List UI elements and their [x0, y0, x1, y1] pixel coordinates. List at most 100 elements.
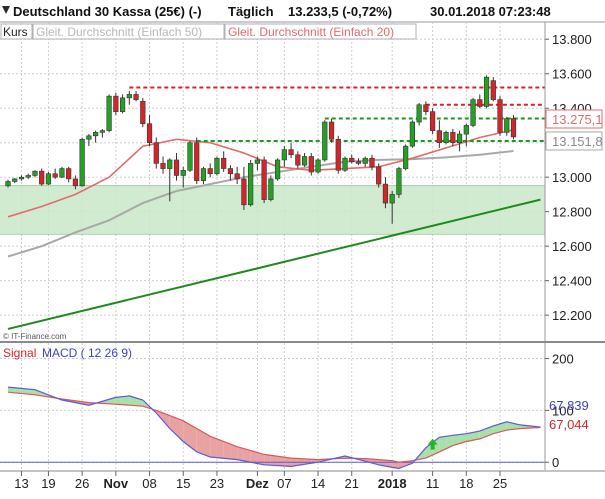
candle: [113, 92, 119, 116]
candle: [328, 118, 335, 143]
macd-legend-label: MACD ( 12 26 9): [42, 346, 132, 360]
candle: [86, 134, 92, 147]
candle: [342, 156, 348, 173]
candle: [59, 166, 65, 179]
candle: [234, 166, 240, 185]
candle: [281, 146, 287, 167]
candle: [274, 158, 281, 181]
candle: [140, 97, 146, 128]
time-tick-label: Dez: [246, 476, 270, 491]
candle: [207, 163, 213, 178]
time-tick-label: 14: [311, 476, 325, 491]
ma20-legend-label: Gleit. Durchschnitt (Einfach 20): [228, 25, 394, 39]
price-axis: 12.20012.40012.60012.80013.00013.20013.4…: [545, 32, 592, 323]
candle: [241, 166, 247, 210]
time-tick-label: 15: [176, 476, 190, 491]
candle: [45, 172, 52, 185]
candle: [25, 173, 31, 179]
candle: [470, 97, 476, 128]
macd-fill-segment: [122, 395, 130, 406]
ma50-legend-label: Gleit. Durchschnitt (Einfach 50): [36, 25, 202, 39]
candle: [106, 94, 112, 133]
time-tick-label: 25: [493, 476, 507, 491]
price-tick-label: 13.000: [552, 170, 592, 185]
chart-canvas: Deutschland 30 Kassa (25€) (-) Täglich 1…: [0, 0, 605, 491]
macd-tick-label: 0: [552, 455, 559, 470]
candle: [39, 168, 45, 186]
time-tick-label: 26: [75, 476, 89, 491]
macd-fill-segment: [264, 454, 271, 466]
candle: [66, 166, 72, 183]
candle: [396, 166, 402, 198]
macd-fill-segment: [270, 455, 278, 466]
candle: [362, 156, 368, 167]
candle: [355, 158, 362, 166]
price-tick-label: 12.800: [552, 205, 592, 220]
candle: [93, 130, 99, 143]
candle: [450, 128, 456, 147]
candle: [315, 158, 321, 174]
quote-label: 13.233,5 (-0,72%): [288, 4, 392, 19]
candle: [308, 153, 314, 176]
candle: [335, 135, 341, 174]
candle: [214, 156, 220, 176]
price-tick-label: 13.800: [552, 32, 592, 47]
macd-legend: Signal MACD ( 12 26 9): [3, 346, 132, 360]
time-tick-label: 2018: [378, 476, 407, 491]
candle: [32, 170, 38, 178]
time-tick-label: 11: [426, 476, 440, 491]
candle: [322, 120, 328, 162]
candle: [409, 120, 416, 148]
macd-fill-segment: [210, 436, 217, 458]
candle: [416, 103, 422, 126]
candle: [477, 94, 483, 109]
ma50-value: 13.151,8: [552, 134, 603, 149]
candle: [268, 175, 274, 202]
price-legend: Kurs Gleit. Durchschnitt (Einfach 50) Gl…: [0, 23, 417, 40]
candle: [99, 128, 105, 138]
candle: [18, 175, 25, 181]
time-tick-label: 07: [277, 476, 291, 491]
kurs-label: Kurs: [3, 25, 28, 39]
time-tick-label: 08: [142, 476, 156, 491]
candle: [510, 115, 517, 140]
candle: [483, 75, 490, 109]
candle: [119, 94, 126, 114]
candle: [490, 77, 496, 102]
candle: [173, 153, 180, 181]
price-panel: [0, 22, 545, 341]
price-tick-label: 13.600: [552, 67, 592, 82]
macd-fill-segment: [277, 456, 285, 466]
candle: [436, 120, 442, 148]
candle: [133, 90, 139, 102]
candle: [52, 168, 58, 179]
chart-window: Deutschland 30 Kassa (25€) (-) Täglich 1…: [0, 0, 605, 494]
signal-line: [7, 391, 541, 463]
candle: [187, 140, 193, 173]
candle: [153, 137, 159, 169]
candle: [146, 115, 153, 147]
time-tick-label: 18: [459, 476, 473, 491]
watermark: © IT-Finance.com: [3, 332, 67, 341]
candle: [79, 137, 85, 187]
candle: [261, 156, 267, 204]
candle: [200, 166, 207, 185]
price-tick-label: 12.600: [552, 239, 592, 254]
candle: [288, 142, 294, 159]
time-axis[interactable]: 13 19 26 Nov 08 15 23 Dez 07 14 21 2018 11 18 25: [14, 471, 507, 491]
instrument-title: Deutschland 30 Kassa (25€) (-): [13, 4, 202, 19]
interval-label: Täglich: [228, 4, 274, 19]
time-tick-label: 23: [210, 476, 224, 491]
macd-grid: [0, 343, 545, 470]
candle: [376, 163, 382, 188]
candle: [248, 159, 254, 207]
candle: [456, 130, 463, 152]
candle: [301, 153, 308, 167]
macd-tick-label: 200: [552, 352, 574, 367]
signal-legend-label: Signal: [3, 346, 36, 360]
candle: [403, 144, 409, 171]
candle: [443, 130, 449, 145]
candle: [160, 156, 166, 174]
candle: [430, 108, 436, 135]
price-tick-label: 12.400: [552, 274, 592, 289]
